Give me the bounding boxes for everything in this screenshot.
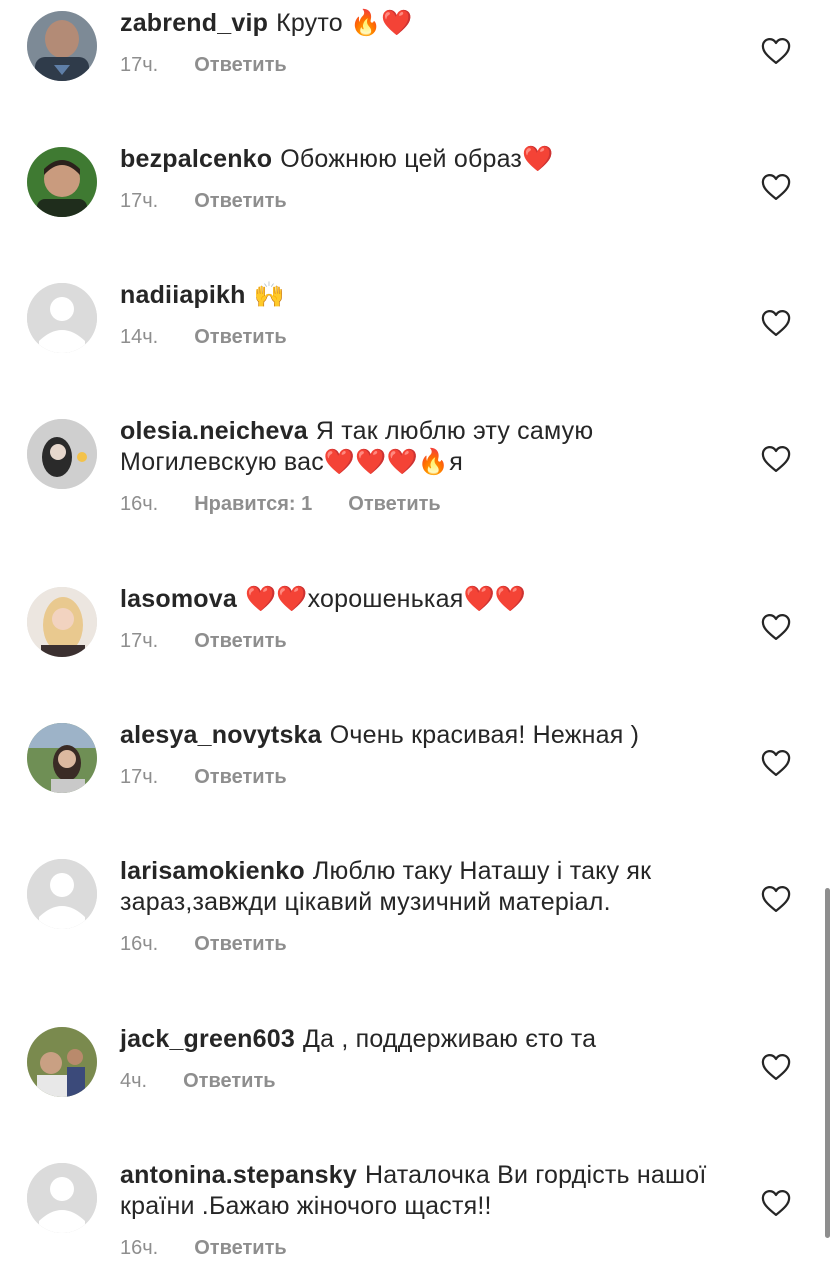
like-heart-icon[interactable] — [761, 613, 791, 641]
avatar[interactable] — [27, 419, 97, 489]
reply-button[interactable]: Ответить — [194, 326, 286, 349]
comment-time: 17ч. — [120, 630, 159, 652]
reply-button[interactable]: Ответить — [194, 766, 286, 789]
comment-time: 16ч. — [120, 1237, 159, 1259]
comment-time: 17ч. — [120, 190, 159, 212]
comment-username[interactable]: jack_green603 — [120, 1025, 295, 1053]
comment-message: Круто 🔥❤️ — [276, 9, 413, 37]
comment-text: olesia.neicheva Я так люблю эту самую Мог… — [120, 416, 740, 478]
comment-time: 14ч. — [120, 326, 159, 348]
like-heart-icon[interactable] — [761, 445, 791, 473]
like-heart-icon[interactable] — [761, 1189, 791, 1217]
comment-meta: 4ч. Ответить — [120, 1070, 740, 1093]
comment-username[interactable]: olesia.neicheva — [120, 417, 308, 445]
reply-button[interactable]: Ответить — [194, 54, 286, 77]
like-heart-icon[interactable] — [761, 1053, 791, 1081]
comment-meta: 16ч. Ответить — [120, 933, 740, 956]
comment-text: bezpalcenko Обожнюю цей образ❤️ — [120, 144, 740, 175]
reply-button[interactable]: Ответить — [194, 1237, 286, 1260]
comment-username[interactable]: zabrend_vip — [120, 9, 268, 37]
reply-button[interactable]: Ответить — [194, 190, 286, 213]
comment-message: Да , поддерживаю єто та — [302, 1025, 597, 1053]
comment-meta: 17ч. Ответить — [120, 630, 740, 653]
avatar[interactable] — [27, 723, 97, 793]
comment-meta: 17ч. Ответить — [120, 54, 740, 77]
comment-username[interactable]: antonina.stepansky — [120, 1161, 357, 1189]
comment-username[interactable]: larisamokienko — [120, 857, 305, 885]
comment-text: nadiiapikh 🙌 — [120, 280, 740, 311]
likes-count[interactable]: Нравится: 1 — [194, 493, 312, 516]
comment-message: Обожнюю цей образ❤️ — [280, 145, 554, 173]
comment-meta: 17ч. Ответить — [120, 766, 740, 789]
comment-text: antonina.stepansky Наталочка Ви гордість … — [120, 1160, 740, 1222]
comment-username[interactable]: nadiiapikh — [120, 281, 246, 309]
avatar[interactable] — [27, 859, 97, 929]
comment-username[interactable]: bezpalcenko — [120, 145, 272, 173]
comment-username[interactable]: alesya_novytska — [120, 721, 322, 749]
avatar[interactable] — [27, 587, 97, 657]
comment-username[interactable]: lasomova — [120, 585, 237, 613]
comment-message: ❤️❤️хорошенькая❤️❤️ — [244, 585, 527, 613]
like-heart-icon[interactable] — [761, 37, 791, 65]
comment-text: lasomova ❤️❤️хорошенькая❤️❤️ — [120, 584, 740, 615]
like-heart-icon[interactable] — [761, 309, 791, 337]
comment-meta: 16ч. Ответить — [120, 1237, 740, 1260]
like-heart-icon[interactable] — [761, 749, 791, 777]
comment-text: zabrend_vip Круто 🔥❤️ — [120, 8, 740, 39]
reply-button[interactable]: Ответить — [183, 1070, 275, 1093]
comment-time: 16ч. — [120, 933, 159, 955]
comment-meta: 17ч. Ответить — [120, 190, 740, 213]
avatar[interactable] — [27, 1163, 97, 1233]
like-heart-icon[interactable] — [761, 173, 791, 201]
avatar[interactable] — [27, 11, 97, 81]
comment-time: 17ч. — [120, 766, 159, 788]
comments-feed: zabrend_vip Круто 🔥❤️ 17ч. Ответить bezpa… — [0, 0, 838, 1280]
comment-meta: 14ч. Ответить — [120, 326, 740, 349]
avatar[interactable] — [27, 1027, 97, 1097]
avatar[interactable] — [27, 283, 97, 353]
comment-time: 17ч. — [120, 54, 159, 76]
comment-message: Очень красивая! Нежная ) — [329, 721, 640, 749]
scrollbar[interactable] — [825, 888, 830, 1238]
comment-meta: 16ч. Нравится: 1 Ответить — [120, 493, 740, 516]
reply-button[interactable]: Ответить — [194, 933, 286, 956]
comment-text: jack_green603 Да , поддерживаю єто та — [120, 1024, 740, 1055]
comment-text: larisamokienko Люблю таку Наташу і таку я… — [120, 856, 740, 918]
comment-message: 🙌 — [253, 281, 285, 309]
reply-button[interactable]: Ответить — [348, 493, 440, 516]
like-heart-icon[interactable] — [761, 885, 791, 913]
reply-button[interactable]: Ответить — [194, 630, 286, 653]
comment-text: alesya_novytska Очень красивая! Нежная ) — [120, 720, 740, 751]
comment-time: 4ч. — [120, 1070, 148, 1092]
comment-time: 16ч. — [120, 493, 159, 515]
avatar[interactable] — [27, 147, 97, 217]
